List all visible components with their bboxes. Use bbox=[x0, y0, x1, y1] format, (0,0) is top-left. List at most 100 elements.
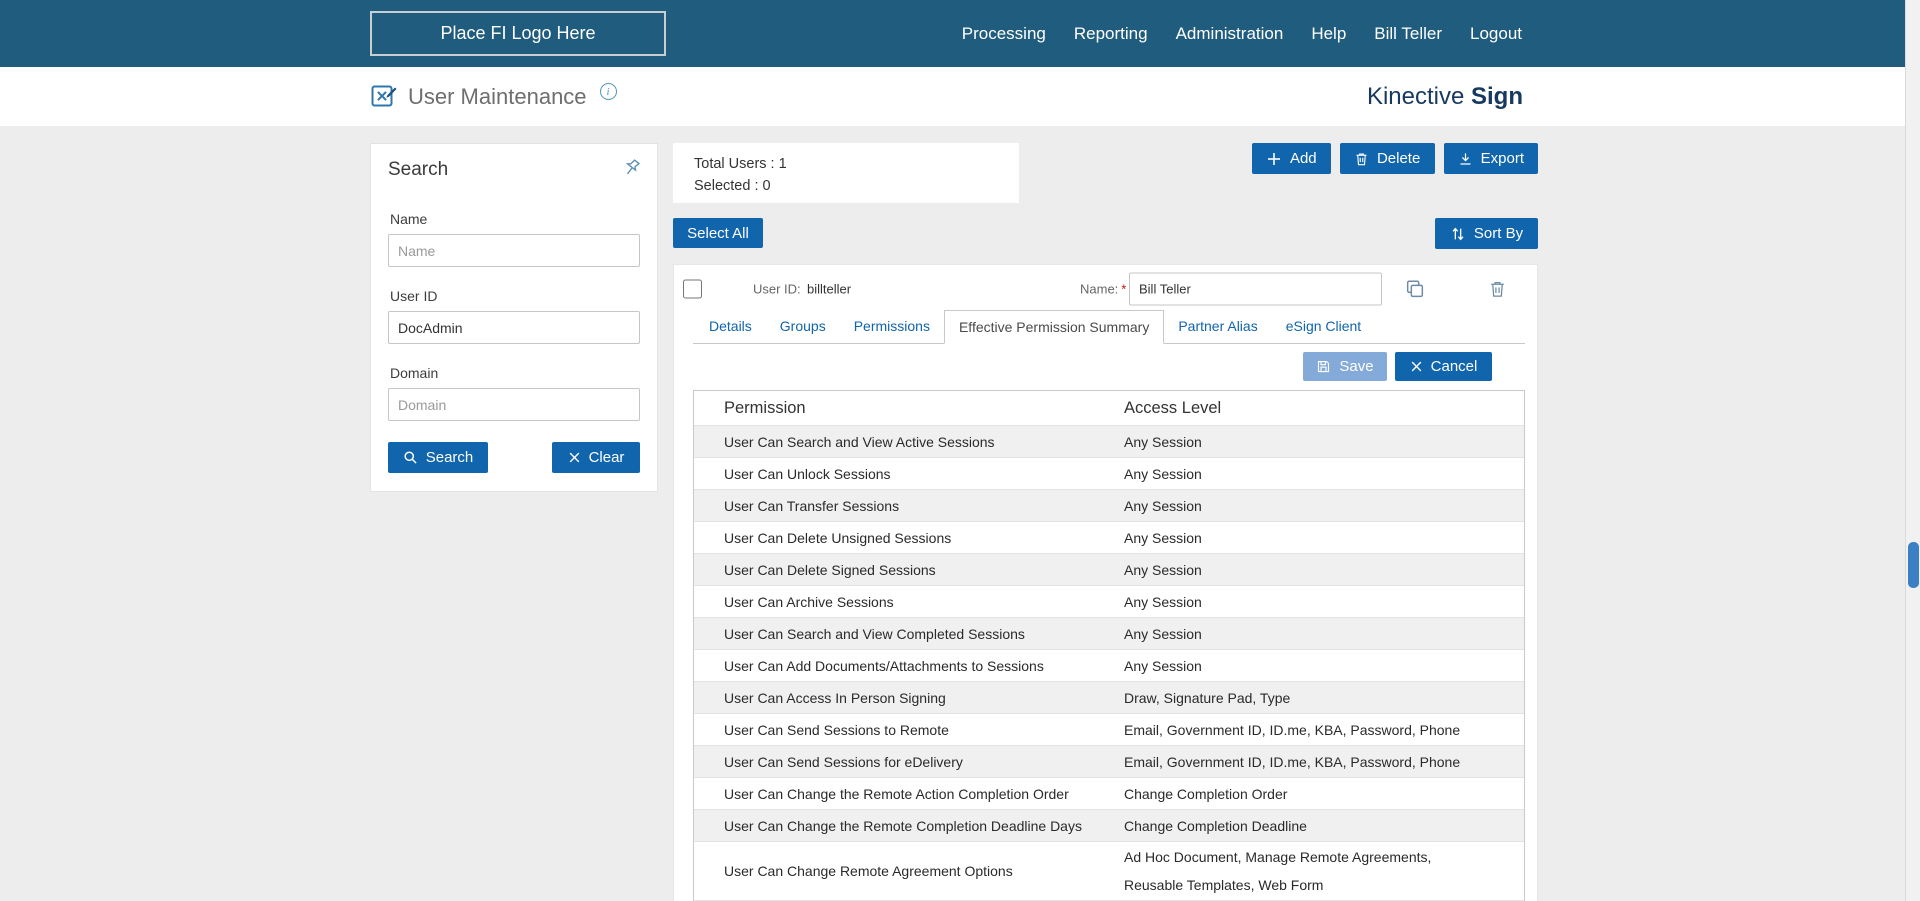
cancel-button-label: Cancel bbox=[1430, 358, 1478, 375]
permission-row: User Can Send Sessions to Remote Email, G… bbox=[694, 713, 1524, 745]
add-button[interactable]: Add bbox=[1251, 143, 1331, 174]
required-asterisk: * bbox=[1121, 281, 1127, 297]
permission-name: User Can Transfer Sessions bbox=[724, 497, 900, 514]
select-all-button[interactable]: Select All bbox=[673, 218, 763, 248]
add-button-label: Add bbox=[1289, 150, 1317, 167]
topnav-links: Processing Reporting Administration Help Bil… bbox=[962, 24, 1522, 44]
search-field-name: Name bbox=[388, 211, 640, 267]
permission-name: User Can Add Documents/Attachments to Se… bbox=[724, 657, 1044, 674]
download-icon bbox=[1458, 151, 1473, 167]
save-button[interactable]: Save bbox=[1303, 352, 1387, 381]
copy-icon[interactable] bbox=[1404, 278, 1426, 300]
access-level: Any Session bbox=[1124, 529, 1202, 546]
topnav-item-help[interactable]: Help bbox=[1311, 24, 1346, 44]
tab-partner-alias[interactable]: Partner Alias bbox=[1164, 309, 1271, 343]
field-label-user-id: User ID bbox=[390, 288, 438, 304]
tab-permissions[interactable]: Permissions bbox=[840, 309, 944, 343]
access-level: Any Session bbox=[1124, 497, 1202, 514]
permission-row: User Can Unlock Sessions Any Session bbox=[694, 457, 1524, 489]
access-level: Change Completion Order bbox=[1124, 785, 1288, 802]
trash-icon bbox=[1354, 151, 1369, 167]
permission-name: User Can Send Sessions for eDelivery bbox=[724, 753, 963, 770]
access-level: Any Session bbox=[1124, 625, 1202, 642]
permission-name: User Can Search and View Completed Sessi… bbox=[724, 625, 1025, 642]
permission-name: User Can Send Sessions to Remote bbox=[724, 721, 949, 738]
field-label-name: Name bbox=[390, 211, 428, 227]
results-column: Total Users : 1 Selected : 0 Add Delete … bbox=[673, 143, 1538, 901]
name-input[interactable] bbox=[388, 234, 640, 267]
permission-name: User Can Delete Signed Sessions bbox=[724, 561, 936, 578]
summary-card: Total Users : 1 Selected : 0 bbox=[673, 143, 1019, 203]
domain-input[interactable] bbox=[388, 388, 640, 421]
permission-row: User Can Transfer Sessions Any Session bbox=[694, 489, 1524, 521]
access-level: Any Session bbox=[1124, 465, 1202, 482]
column-header-permission: Permission bbox=[724, 398, 806, 417]
access-level: Any Session bbox=[1124, 561, 1202, 578]
brand-logo: Kinective Sign bbox=[1367, 83, 1523, 111]
info-icon[interactable]: i bbox=[599, 83, 617, 100]
vertical-scrollbar[interactable] bbox=[1905, 0, 1920, 901]
permission-row: User Can Add Documents/Attachments to Se… bbox=[694, 649, 1524, 681]
permission-row: User Can Send Sessions for eDelivery Emai… bbox=[694, 745, 1524, 777]
permission-row: User Can Search and View Active Sessions… bbox=[694, 425, 1524, 457]
save-button-label: Save bbox=[1339, 358, 1374, 375]
permission-name: User Can Archive Sessions bbox=[724, 593, 894, 610]
access-level: Any Session bbox=[1124, 657, 1202, 674]
select-all-label: Select All bbox=[687, 224, 749, 242]
permission-name: User Can Search and View Active Sessions bbox=[724, 433, 995, 450]
search-button-label: Search bbox=[425, 449, 474, 466]
pin-icon[interactable] bbox=[621, 157, 643, 179]
save-disk-icon bbox=[1316, 359, 1331, 374]
permission-row: User Can Access In Person Signing Draw, S… bbox=[694, 681, 1524, 713]
permission-row: User Can Change Remote Agreement Options… bbox=[694, 841, 1524, 900]
scrollbar-thumb[interactable] bbox=[1908, 542, 1919, 588]
cancel-button[interactable]: Cancel bbox=[1395, 352, 1492, 381]
search-button[interactable]: Search bbox=[388, 442, 488, 473]
selected-count-text: Selected : 0 bbox=[694, 178, 771, 194]
sort-by-button[interactable]: Sort By bbox=[1435, 218, 1538, 249]
permission-table-body: User Can Search and View Active Sessions… bbox=[694, 425, 1524, 901]
export-button[interactable]: Export bbox=[1443, 143, 1538, 174]
name-field[interactable] bbox=[1129, 272, 1382, 306]
topnav-item-administration[interactable]: Administration bbox=[1176, 24, 1284, 44]
name-label: Name: * bbox=[1080, 281, 1127, 297]
user-tabs: Details Groups Permissions Effective Permis… bbox=[693, 309, 1525, 344]
fi-logo-text: Place FI Logo Here bbox=[440, 23, 596, 43]
user-card: User ID: billteller Name: * Bill Teller … bbox=[673, 264, 1538, 901]
field-label-domain: Domain bbox=[390, 365, 439, 381]
user-id-input[interactable] bbox=[388, 311, 640, 344]
plus-icon bbox=[1266, 151, 1282, 167]
search-fields: Name User ID Domain bbox=[388, 211, 640, 421]
tab-details[interactable]: Details bbox=[695, 309, 766, 343]
tab-effective-permission-summary[interactable]: Effective Permission Summary bbox=[943, 310, 1165, 344]
access-level: Email, Government ID, ID.me, KBA, Passwo… bbox=[1124, 753, 1461, 770]
user-id-label: User ID: bbox=[753, 281, 801, 297]
access-level: Ad Hoc Document, Manage Remote Agreement… bbox=[1124, 849, 1432, 893]
delete-user-icon[interactable] bbox=[1488, 279, 1507, 299]
cancel-x-icon bbox=[1410, 360, 1423, 373]
permission-row: User Can Archive Sessions Any Session bbox=[694, 585, 1524, 617]
access-level: Email, Government ID, ID.me, KBA, Passwo… bbox=[1124, 721, 1461, 738]
permission-row: User Can Delete Unsigned Sessions Any Ses… bbox=[694, 521, 1524, 553]
topnav-item-logout[interactable]: Logout bbox=[1470, 24, 1522, 44]
delete-button[interactable]: Delete bbox=[1339, 143, 1435, 174]
topnav-item-reporting[interactable]: Reporting bbox=[1074, 24, 1148, 44]
tab-groups[interactable]: Groups bbox=[766, 309, 840, 343]
search-icon bbox=[403, 450, 418, 465]
permission-row: User Can Delete Signed Sessions Any Sessi… bbox=[694, 553, 1524, 585]
permission-name: User Can Change Remote Agreement Options bbox=[724, 863, 1013, 879]
access-level: Change Completion Deadline bbox=[1124, 817, 1307, 834]
sort-arrows-icon bbox=[1450, 226, 1466, 242]
access-level: Any Session bbox=[1124, 593, 1202, 610]
permission-row: User Can Change the Remote Action Comple… bbox=[694, 777, 1524, 809]
tab-esign-client[interactable]: eSign Client bbox=[1272, 309, 1376, 343]
search-field-domain: Domain bbox=[388, 365, 640, 421]
clear-button[interactable]: Clear bbox=[552, 442, 640, 473]
esign-app-icon bbox=[370, 83, 397, 110]
topnav-item-processing[interactable]: Processing bbox=[962, 24, 1046, 44]
permission-name: User Can Change the Remote Action Comple… bbox=[724, 785, 1069, 802]
user-id-value: billteller bbox=[807, 281, 852, 297]
permission-name: User Can Change the Remote Completion De… bbox=[724, 817, 1082, 834]
user-select-checkbox[interactable] bbox=[683, 279, 702, 299]
topnav-item-bill-teller[interactable]: Bill Teller bbox=[1374, 24, 1442, 44]
